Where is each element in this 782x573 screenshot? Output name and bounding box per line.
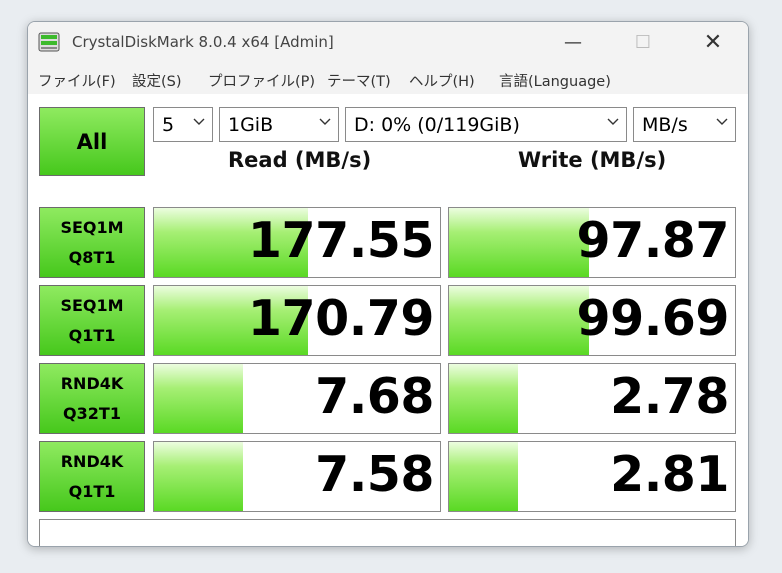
write-progress-bar xyxy=(449,442,518,511)
chevron-down-icon xyxy=(193,118,205,125)
read-result-value: 170.79 xyxy=(247,290,435,347)
write-result-value: 2.81 xyxy=(610,446,729,503)
chevron-down-icon xyxy=(319,118,331,125)
read-result-value: 177.55 xyxy=(247,212,435,269)
write-progress-bar xyxy=(449,208,590,277)
menu-file[interactable]: ファイル(F) xyxy=(38,70,116,91)
read-progress-bar xyxy=(154,364,243,433)
read-result-cell: 7.68 xyxy=(153,363,441,434)
write-result-value: 99.69 xyxy=(576,290,730,347)
menu-bar: ファイル(F) 設定(S) プロファイル(P) テーマ(T) ヘルプ(H) 言語… xyxy=(28,62,748,94)
disk-drive-icon xyxy=(38,31,60,53)
close-button[interactable]: ✕ xyxy=(690,22,736,62)
benchmark-panel: All 5 1GiB D: 0% (0/119GiB) MB/s Read (M… xyxy=(28,94,748,546)
write-result-cell: 97.87 xyxy=(448,207,736,278)
menu-help[interactable]: ヘルプ(H) xyxy=(409,70,475,91)
read-result-cell: 7.58 xyxy=(153,441,441,512)
test-label-line2: Q32T1 xyxy=(63,403,121,423)
test-label-line2: Q8T1 xyxy=(68,247,116,267)
chevron-down-icon xyxy=(607,118,619,125)
size-value: 1GiB xyxy=(228,114,274,136)
app-window: CrystalDiskMark 8.0.4 x64 [Admin] — ☐ ✕ … xyxy=(27,21,749,547)
read-result-value: 7.68 xyxy=(315,368,434,425)
read-result-value: 7.58 xyxy=(315,446,434,503)
menu-theme[interactable]: テーマ(T) xyxy=(327,70,391,91)
write-result-value: 97.87 xyxy=(576,212,730,269)
minimize-button[interactable]: — xyxy=(550,22,596,62)
count-select[interactable]: 5 xyxy=(153,107,213,142)
count-value: 5 xyxy=(162,114,175,136)
maximize-button[interactable]: ☐ xyxy=(620,22,666,62)
menu-profile[interactable]: プロファイル(P) xyxy=(208,70,315,91)
read-progress-bar xyxy=(154,442,243,511)
test-label-line2: Q1T1 xyxy=(68,481,116,501)
test-label-line2: Q1T1 xyxy=(68,325,116,345)
menu-settings[interactable]: 設定(S) xyxy=(132,70,182,91)
drive-select[interactable]: D: 0% (0/119GiB) xyxy=(345,107,627,142)
test-button-seq1m-q1t1[interactable]: SEQ1M Q1T1 xyxy=(39,285,145,356)
test-button-rnd4k-q32t1[interactable]: RND4K Q32T1 xyxy=(39,363,145,434)
write-progress-bar xyxy=(449,364,518,433)
comment-field[interactable] xyxy=(39,519,736,546)
menu-language[interactable]: 言語(Language) xyxy=(499,70,611,91)
read-header: Read (MB/s) xyxy=(228,148,372,172)
test-label-line1: SEQ1M xyxy=(60,217,124,237)
write-result-cell: 2.78 xyxy=(448,363,736,434)
read-result-cell: 177.55 xyxy=(153,207,441,278)
window-title: CrystalDiskMark 8.0.4 x64 [Admin] xyxy=(72,33,334,51)
write-result-cell: 99.69 xyxy=(448,285,736,356)
read-result-cell: 170.79 xyxy=(153,285,441,356)
title-bar[interactable]: CrystalDiskMark 8.0.4 x64 [Admin] — ☐ ✕ xyxy=(28,22,748,62)
write-header: Write (MB/s) xyxy=(518,148,667,172)
write-progress-bar xyxy=(449,286,590,355)
test-button-rnd4k-q1t1[interactable]: RND4K Q1T1 xyxy=(39,441,145,512)
unit-select[interactable]: MB/s xyxy=(633,107,736,142)
test-button-seq1m-q8t1[interactable]: SEQ1M Q8T1 xyxy=(39,207,145,278)
test-label-line1: RND4K xyxy=(60,451,124,471)
drive-value: D: 0% (0/119GiB) xyxy=(354,114,520,136)
size-select[interactable]: 1GiB xyxy=(219,107,339,142)
test-label-line1: SEQ1M xyxy=(60,295,124,315)
write-result-value: 2.78 xyxy=(610,368,729,425)
unit-value: MB/s xyxy=(642,114,688,136)
test-label-line1: RND4K xyxy=(60,373,124,393)
write-result-cell: 2.81 xyxy=(448,441,736,512)
all-button[interactable]: All xyxy=(39,107,145,176)
chevron-down-icon xyxy=(716,118,728,125)
